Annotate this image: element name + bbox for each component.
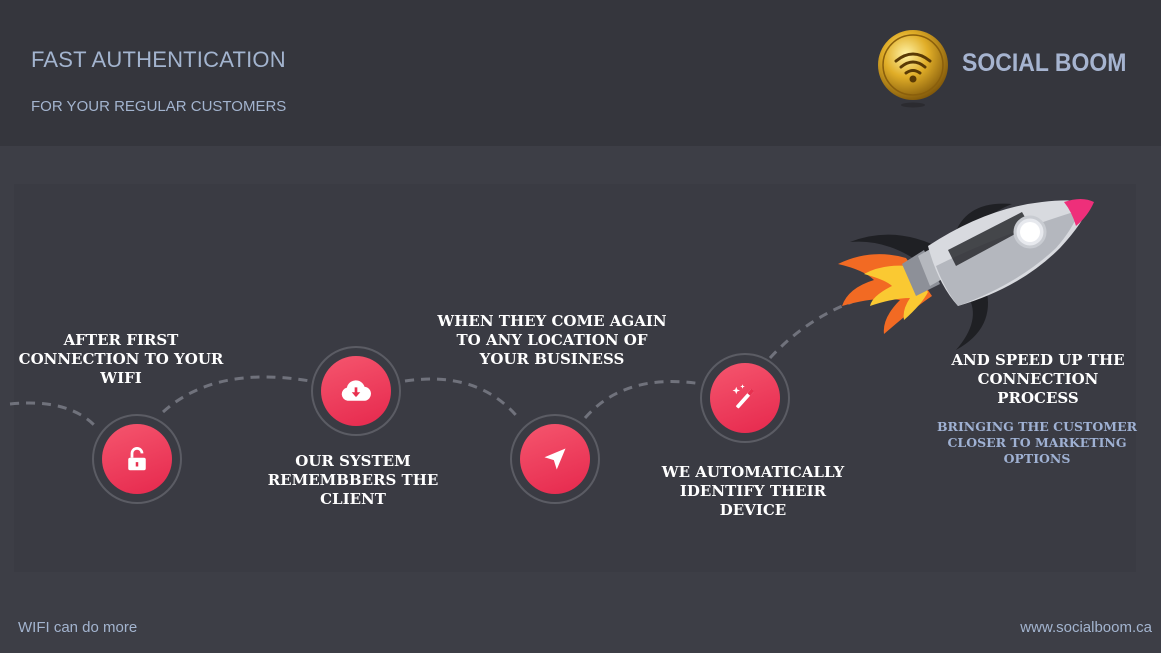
step-wand-node (700, 353, 790, 443)
navigation-arrow-icon (544, 448, 566, 470)
step-3-label: WHEN THEY COME AGAIN TO ANY LOCATION OF … (437, 312, 667, 368)
step-navigation-node (510, 414, 600, 504)
step-4-label: WE AUTOMATICALLY IDENTIFY THEIR DEVICE (661, 463, 845, 519)
footer-website-link[interactable]: www.socialboom.ca (1020, 619, 1152, 636)
step-cloud-node (311, 346, 401, 436)
cloud-download-icon (341, 380, 371, 401)
unlock-icon (128, 447, 146, 471)
step-unlock-node (92, 414, 182, 504)
step-2-label: OUR SYSTEM REMEMBBERS THE CLIENT (267, 452, 439, 508)
step-1-label: AFTER FIRST CONNECTION TO YOUR WIFI (18, 331, 224, 387)
final-label: AND SPEED UP THE CONNECTION PROCESS (951, 351, 1125, 407)
magic-wand-icon (732, 384, 755, 409)
rocket-icon (838, 199, 1094, 350)
footer-tagline: WIFI can do more (18, 619, 138, 636)
final-sublabel: BRINGING THE CUSTOMER CLOSER TO MARKETIN… (936, 419, 1137, 466)
